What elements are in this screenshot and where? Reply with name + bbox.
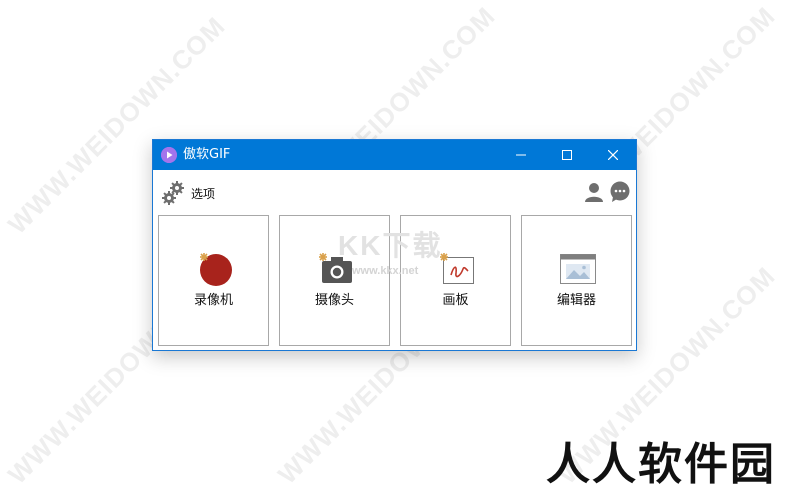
editor-icon — [560, 254, 596, 284]
whiteboard-icon — [440, 253, 474, 284]
camera-label: 摄像头 — [314, 293, 354, 308]
brand-watermark: 人人软件园 — [546, 439, 776, 490]
kk-watermark-url: www.kkx.net — [352, 265, 419, 277]
options-label: 选项 — [191, 187, 216, 201]
close-button[interactable] — [590, 140, 636, 170]
recorder-label: 录像机 — [193, 293, 233, 308]
editor-label: 编辑器 — [556, 293, 596, 308]
minimize-button[interactable] — [498, 140, 544, 170]
recorder-card[interactable]: 录像机 — [158, 215, 269, 346]
window-title: 傲软GIF — [183, 147, 231, 162]
maximize-icon — [562, 150, 572, 160]
whiteboard-label: 画板 — [442, 293, 469, 308]
recorder-icon — [200, 253, 232, 286]
chat-icon[interactable] — [609, 181, 631, 203]
title-bar[interactable]: 傲软GIF — [153, 140, 636, 170]
editor-card[interactable]: 编辑器 — [521, 215, 632, 346]
gear-icon — [162, 181, 184, 205]
kk-watermark: KK下载 — [338, 230, 443, 261]
minimize-icon — [516, 154, 526, 156]
app-logo-icon — [161, 147, 177, 163]
maximize-button[interactable] — [544, 140, 590, 170]
user-icon[interactable] — [583, 181, 605, 203]
close-icon — [608, 150, 618, 160]
